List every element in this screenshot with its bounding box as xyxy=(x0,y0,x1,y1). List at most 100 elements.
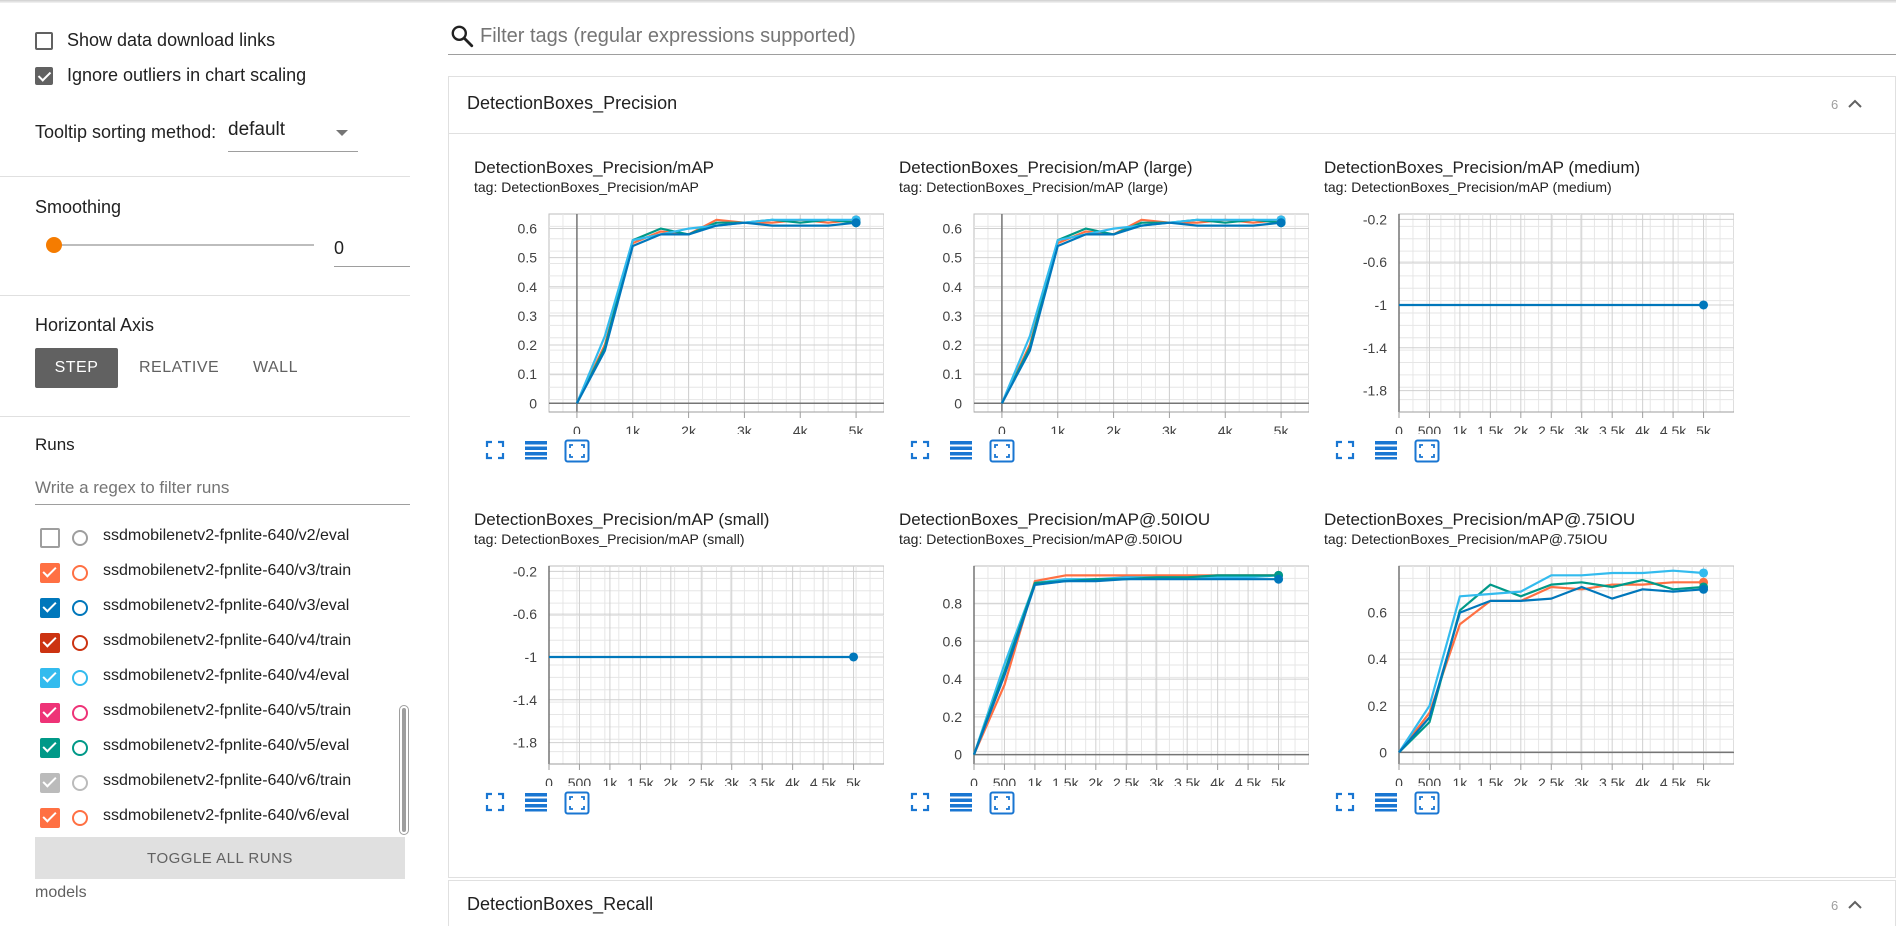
y-tick-label: 0.4 xyxy=(1368,651,1388,667)
run-color-circle[interactable] xyxy=(72,705,88,721)
run-color-circle[interactable] xyxy=(72,810,88,826)
run-label: ssdmobilenetv2-fpnlite-640/v5/train xyxy=(103,702,352,719)
fullscreen-icon[interactable] xyxy=(1334,791,1360,817)
axis-relative-button[interactable]: RELATIVE xyxy=(139,348,219,388)
x-tick-label: 4.5k xyxy=(810,775,837,786)
tag-filter-input[interactable] xyxy=(478,20,1882,52)
run-checkbox[interactable] xyxy=(40,668,60,688)
fit-domain-icon[interactable] xyxy=(1414,439,1440,465)
fullscreen-icon[interactable] xyxy=(909,791,935,817)
tooltip-sorting-label: Tooltip sorting method: xyxy=(35,122,217,142)
data-table-icon[interactable] xyxy=(1374,439,1400,465)
axis-wall-button[interactable]: WALL xyxy=(253,348,298,388)
x-tick-label: 2.5k xyxy=(1538,775,1565,786)
run-row[interactable]: ssdmobilenetv2-fpnlite-640/v4/train xyxy=(35,627,415,657)
fullscreen-icon[interactable] xyxy=(909,439,935,465)
ignore-outliers-checkbox[interactable] xyxy=(35,67,53,85)
run-color-circle[interactable] xyxy=(72,775,88,791)
run-label: ssdmobilenetv2-fpnlite-640/v6/eval xyxy=(103,807,350,824)
x-tick-label: 1.5k xyxy=(627,775,654,786)
run-checkbox[interactable] xyxy=(40,633,60,653)
run-row[interactable]: ssdmobilenetv2-fpnlite-640/v5/eval xyxy=(35,732,415,762)
run-color-circle[interactable] xyxy=(72,600,88,616)
run-row[interactable]: ssdmobilenetv2-fpnlite-640/v6/eval xyxy=(35,802,415,832)
fit-domain-icon[interactable] xyxy=(564,791,590,817)
x-tick-label: 1k xyxy=(603,775,619,786)
fit-domain-icon[interactable] xyxy=(564,439,590,465)
chart-title: DetectionBoxes_Precision/mAP (large) xyxy=(899,158,1193,177)
run-row[interactable]: ssdmobilenetv2-fpnlite-640/v6/train xyxy=(35,767,415,797)
tooltip-sorting-select[interactable]: default xyxy=(228,113,358,152)
toggle-all-runs-button[interactable]: TOGGLE ALL RUNS xyxy=(35,837,405,879)
run-checkbox[interactable] xyxy=(40,703,60,723)
axis-step-button[interactable]: STEP xyxy=(35,348,118,388)
chart-plot: 0 0.1 0.2 0.3 0.4 0.5 0.6 0 1k 2k 3k 4k 5k xyxy=(518,213,884,434)
x-tick-label: 2k xyxy=(681,423,697,434)
run-color-circle[interactable] xyxy=(72,530,88,546)
smoothing-slider[interactable] xyxy=(46,235,316,255)
run-checkbox[interactable] xyxy=(40,808,60,828)
show-download-label[interactable]: Show data download links xyxy=(67,30,275,51)
horizontal-axis-label: Horizontal Axis xyxy=(35,315,155,335)
run-color-circle[interactable] xyxy=(72,565,88,581)
y-tick-label: 0 xyxy=(954,395,962,411)
run-row[interactable]: ssdmobilenetv2-fpnlite-640/v3/eval xyxy=(35,592,415,622)
run-checkbox[interactable] xyxy=(40,528,60,548)
x-tick-label: 5k xyxy=(1696,775,1712,786)
run-row[interactable]: ssdmobilenetv2-fpnlite-640/v5/train xyxy=(35,697,415,727)
chart-card: DetectionBoxes_Precision/mAP (large) tag:… xyxy=(899,158,1309,498)
x-tick-label: 4k xyxy=(1635,423,1651,434)
ignore-outliers-label[interactable]: Ignore outliers in chart scaling xyxy=(67,65,306,86)
chevron-up-icon[interactable] xyxy=(1847,96,1863,112)
runs-filter-input[interactable]: Write a regex to filter runs xyxy=(35,470,410,505)
run-color-circle[interactable] xyxy=(72,740,88,756)
fullscreen-icon[interactable] xyxy=(484,791,510,817)
x-tick-label: 1k xyxy=(1050,423,1066,434)
slider-thumb[interactable] xyxy=(46,237,62,253)
data-table-icon[interactable] xyxy=(949,439,975,465)
fit-domain-icon[interactable] xyxy=(989,791,1015,817)
run-checkbox[interactable] xyxy=(40,598,60,618)
fullscreen-icon[interactable] xyxy=(1334,439,1360,465)
data-table-icon[interactable] xyxy=(524,439,550,465)
x-tick-label: 5k xyxy=(1271,775,1287,786)
fullscreen-icon[interactable] xyxy=(484,439,510,465)
chart-tag: tag: DetectionBoxes_Precision/mAP (large… xyxy=(899,179,1168,195)
run-color-circle[interactable] xyxy=(72,635,88,651)
run-color-circle[interactable] xyxy=(72,670,88,686)
fit-domain-icon[interactable] xyxy=(989,439,1015,465)
data-table-icon[interactable] xyxy=(1374,791,1400,817)
smoothing-input[interactable]: 0 xyxy=(334,232,410,267)
run-row[interactable]: ssdmobilenetv2-fpnlite-640/v3/train xyxy=(35,557,415,587)
run-checkbox[interactable] xyxy=(40,738,60,758)
precision-panel-header[interactable]: DetectionBoxes_Precision 6 xyxy=(449,77,1895,134)
run-row[interactable]: ssdmobilenetv2-fpnlite-640/v4/eval xyxy=(35,662,415,692)
y-tick-label: 0.6 xyxy=(1368,605,1388,621)
x-tick-label: 3.5k xyxy=(749,775,776,786)
chart-tag: tag: DetectionBoxes_Precision/mAP xyxy=(474,179,699,195)
x-tick-label: 3k xyxy=(1574,775,1590,786)
chevron-up-icon[interactable] xyxy=(1847,897,1863,913)
run-checkbox[interactable] xyxy=(40,773,60,793)
run-checkbox[interactable] xyxy=(40,563,60,583)
y-tick-label: 0 xyxy=(1379,744,1387,760)
scroll-thumb[interactable] xyxy=(402,708,406,832)
chart-plot: 0 0.2 0.4 0.6 0.8 0 500 1k 1.5k 2k 2.5k 3k 3.5k 4k 4.5… xyxy=(943,565,1309,786)
x-tick-label: 0 xyxy=(970,775,978,786)
chart-title: DetectionBoxes_Precision/mAP (medium) xyxy=(1324,158,1641,177)
runs-scrollbar[interactable] xyxy=(399,705,409,835)
run-label: ssdmobilenetv2-fpnlite-640/v3/eval xyxy=(103,597,350,614)
show-download-checkbox[interactable] xyxy=(35,32,53,50)
x-tick-label: 1k xyxy=(1028,775,1044,786)
run-label: ssdmobilenetv2-fpnlite-640/v4/eval xyxy=(103,667,350,684)
recall-panel-header[interactable]: DetectionBoxes_Recall 6 xyxy=(449,881,1895,927)
x-tick-label: 2.5k xyxy=(688,775,715,786)
y-tick-label: 0.2 xyxy=(943,709,963,725)
data-table-icon[interactable] xyxy=(524,791,550,817)
y-tick-label: -1.4 xyxy=(513,692,537,708)
run-row[interactable]: ssdmobilenetv2-fpnlite-640/v2/eval xyxy=(35,522,415,552)
fit-domain-icon[interactable] xyxy=(1414,791,1440,817)
x-tick-label: 0 xyxy=(573,423,581,434)
data-table-icon[interactable] xyxy=(949,791,975,817)
series-end-point xyxy=(1699,300,1709,310)
